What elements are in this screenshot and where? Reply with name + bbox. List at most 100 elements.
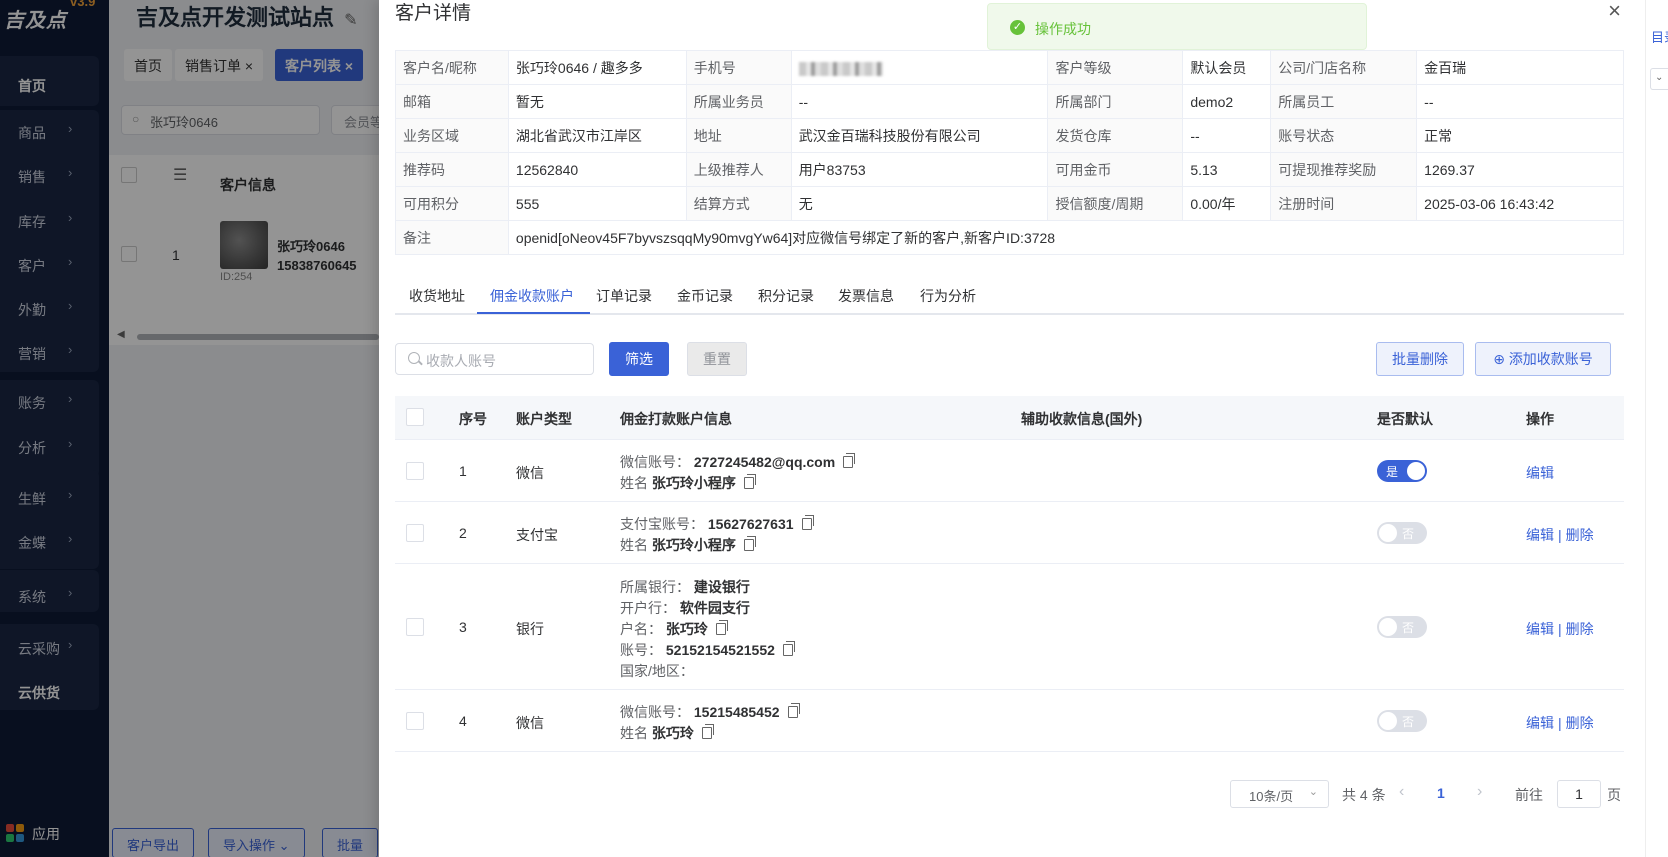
add-payee-account-button[interactable]: ⊕ 添加收款账号	[1475, 342, 1611, 376]
delete-link[interactable]: 删除	[1566, 715, 1594, 731]
filter-button[interactable]: 筛选	[609, 342, 669, 376]
account-info-line: 国家/地区：	[620, 661, 694, 681]
toggle-text: 否	[1402, 715, 1415, 729]
tab-3[interactable]: 金币记录	[677, 286, 733, 306]
info-key: 可提现推荐奖励	[1270, 152, 1418, 187]
info-value: 正常	[1416, 118, 1624, 153]
info-key: 注册时间	[1270, 186, 1418, 221]
row-checkbox[interactable]	[406, 618, 424, 636]
remark-value: openid[oNeov45F7byvszsqqMy90mvgYw64]对应微信…	[507, 220, 1625, 255]
info-key: 邮箱	[395, 84, 509, 119]
tab-2[interactable]: 订单记录	[596, 286, 652, 306]
row-checkbox[interactable]	[406, 462, 424, 480]
row-checkbox[interactable]	[406, 712, 424, 730]
copy-icon[interactable]	[743, 474, 756, 489]
account-info-label: 国家/地区：	[620, 662, 694, 679]
copy-icon[interactable]	[715, 619, 728, 635]
payee-account-input[interactable]: 收款人账号	[395, 343, 594, 375]
delete-link[interactable]: 删除	[1566, 621, 1594, 637]
active-tab-indicator	[477, 312, 590, 314]
copy-icon[interactable]	[801, 515, 814, 530]
edit-link[interactable]: 编辑	[1526, 527, 1554, 543]
account-info-label: 姓名	[620, 725, 652, 741]
next-page-icon[interactable]: ›	[1477, 783, 1482, 801]
row-checkbox[interactable]	[406, 524, 424, 542]
toggle-text: 否	[1402, 527, 1415, 541]
info-row-remark: 备注 openid[oNeov45F7byvszsqqMy90mvgYw64]对应…	[395, 220, 1625, 255]
col-actions: 操作	[1526, 411, 1554, 427]
accounts-table-header: 序号 账户类型 佣金打款账户信息 辅助收款信息(国外) 是否默认 操作	[395, 396, 1624, 440]
copy-icon[interactable]	[701, 724, 714, 739]
account-info-label: 户名：	[620, 620, 666, 637]
edit-link[interactable]: 编辑	[1526, 715, 1554, 731]
tab-1[interactable]: 佣金收款账户	[490, 286, 574, 306]
row-actions: 编辑 | 删除	[1526, 525, 1594, 545]
edit-link[interactable]: 编辑	[1526, 465, 1554, 481]
copy-icon[interactable]	[787, 703, 800, 718]
prev-page-icon[interactable]: ‹	[1399, 783, 1404, 801]
chevron-down-icon[interactable]: ⌄	[1650, 68, 1668, 90]
default-toggle[interactable]: 否	[1377, 616, 1427, 638]
delete-link[interactable]: 删除	[1566, 527, 1594, 543]
goto-suffix: 页	[1607, 787, 1621, 803]
info-value: 无	[790, 186, 1049, 221]
catalog-link[interactable]: 目录	[1651, 27, 1668, 46]
info-row: 可用积分 555 结算方式无授信额度/周期 0.00/年 注册时间 2025-03-06 …	[395, 186, 1624, 221]
page-size-select[interactable]: 10条/页 ⌄	[1230, 780, 1329, 808]
tab-5[interactable]: 发票信息	[838, 286, 894, 306]
page-1[interactable]: 1	[1437, 785, 1445, 801]
default-toggle[interactable]: 否	[1377, 522, 1427, 544]
close-icon[interactable]: ×	[1608, 0, 1621, 24]
account-info-value: 52152154521552	[665, 641, 775, 658]
action-separator: |	[1558, 527, 1562, 543]
tab-4[interactable]: 积分记录	[758, 286, 814, 306]
goto-page-input[interactable]: 1	[1557, 780, 1601, 808]
info-value: 武汉金百瑞科技股份有限公司	[790, 118, 1049, 153]
info-value: --	[1416, 84, 1624, 119]
drawer-title: 客户详情	[395, 3, 472, 24]
total-count: 共 4 条	[1342, 787, 1386, 803]
account-type: 支付宝	[516, 527, 558, 543]
info-key: 授信额度/周期	[1047, 186, 1184, 221]
account-info-line: 微信账号： 2727245482@qq.com	[620, 452, 856, 472]
info-key: 公司/门店名称	[1270, 50, 1418, 85]
modal-overlay[interactable]	[0, 0, 379, 857]
account-info-label: 微信账号：	[620, 704, 694, 720]
info-key: 客户等级	[1047, 50, 1184, 85]
edit-link[interactable]: 编辑	[1526, 621, 1554, 637]
info-value: 金百瑞	[1416, 50, 1624, 85]
default-toggle[interactable]: 是	[1377, 460, 1427, 482]
info-value: demo2	[1182, 84, 1272, 119]
chevron-down-icon: ⌄	[1308, 786, 1318, 798]
search-icon	[408, 352, 420, 364]
batch-delete-button[interactable]: 批量删除	[1376, 342, 1464, 376]
toggle-knob	[1379, 524, 1397, 542]
action-separator: |	[1558, 715, 1562, 731]
info-row: 业务区域 湖北省武汉市江岸区 地址 武汉金百瑞科技股份有限公司 发货仓库 -- 账号状态 正常	[395, 118, 1624, 153]
copy-icon[interactable]	[782, 640, 795, 656]
default-toggle[interactable]: 否	[1377, 710, 1427, 732]
toggle-knob	[1379, 712, 1397, 730]
info-value: 1269.37	[1416, 152, 1624, 187]
tab-6[interactable]: 行为分析	[920, 286, 976, 306]
col-overseas-info: 辅助收款信息(国外)	[1021, 411, 1143, 427]
col-index: 序号	[459, 411, 487, 427]
copy-icon[interactable]	[843, 453, 856, 468]
account-info-line: 开户行： 软件园支行	[620, 598, 750, 618]
toggle-knob	[1407, 462, 1425, 480]
account-info-value: 张巧玲小程序	[651, 475, 736, 491]
info-key: 可用金币	[1047, 152, 1184, 187]
account-info-line: 所属银行： 建设银行	[620, 577, 750, 597]
redacted-phone	[798, 61, 883, 76]
row-actions: 编辑 | 删除	[1526, 619, 1594, 639]
reset-button[interactable]: 重置	[687, 342, 747, 376]
tab-0[interactable]: 收货地址	[409, 286, 465, 306]
account-type: 银行	[516, 621, 544, 637]
success-toast: ✓ 操作成功	[987, 3, 1367, 50]
info-key: 推荐码	[395, 152, 509, 187]
select-all-checkbox[interactable]	[406, 408, 424, 426]
info-value: 5.13	[1182, 152, 1272, 187]
row-actions: 编辑 | 删除	[1526, 713, 1594, 733]
account-info-line: 姓名 张巧玲小程序	[620, 473, 756, 493]
copy-icon[interactable]	[743, 536, 756, 551]
